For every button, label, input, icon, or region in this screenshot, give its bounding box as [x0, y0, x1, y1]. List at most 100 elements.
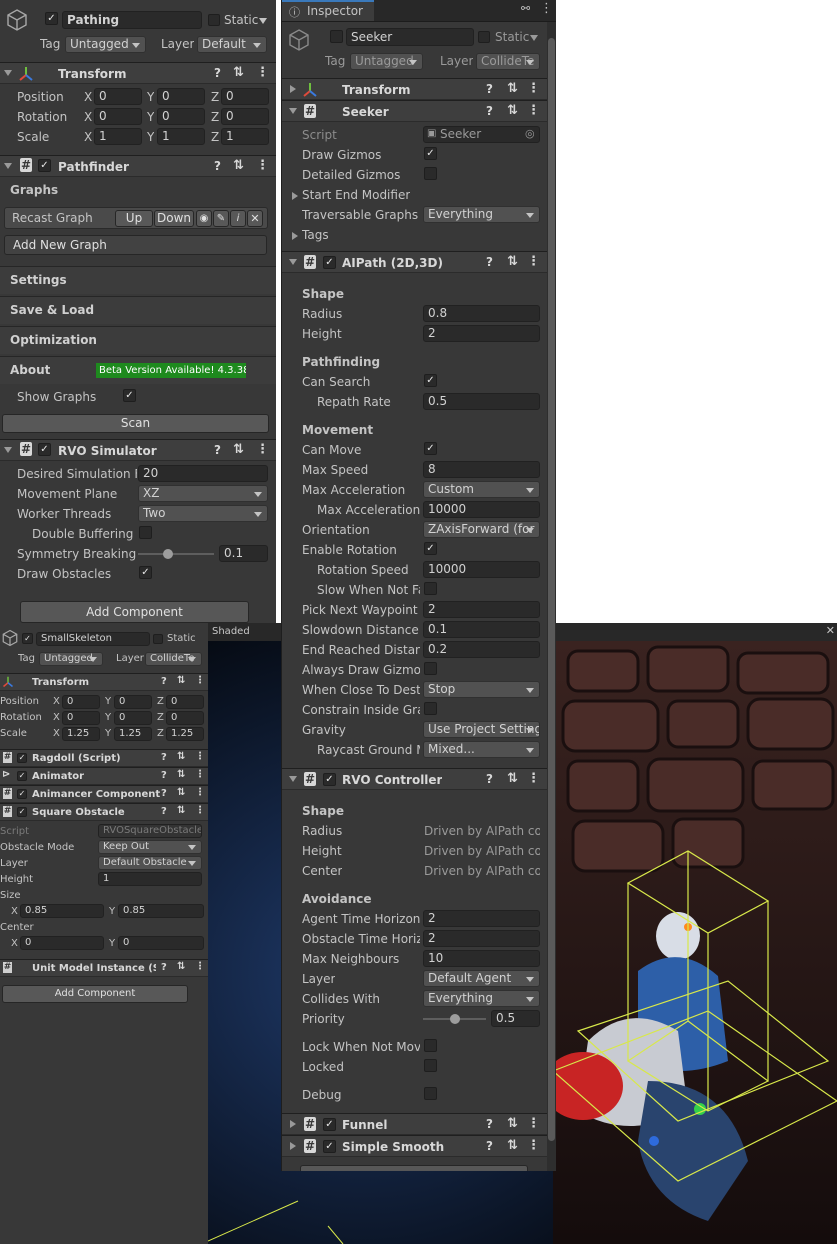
position-x-field[interactable]: 0 — [94, 88, 142, 105]
desired-fps-field[interactable]: 20 — [138, 465, 268, 482]
aipath-enabled-checkbox[interactable] — [323, 256, 336, 269]
save-load-section[interactable]: Save & Load — [0, 296, 276, 324]
preset-icon[interactable]: ⇅ — [177, 787, 185, 798]
object-picker-icon[interactable]: ◎ — [525, 127, 535, 140]
obstacle-layer-dropdown[interactable]: Default Obstacle — [98, 856, 202, 870]
context-menu-icon[interactable]: ⋮ — [195, 787, 205, 798]
foldout-arrow-icon[interactable] — [289, 108, 297, 114]
inspector-tab[interactable]: ⓘ Inspector — [282, 0, 374, 21]
add-component-button[interactable]: Add Component — [20, 601, 249, 623]
rvo-simulator-enabled-checkbox[interactable] — [38, 443, 51, 456]
rvo-controller-enabled-checkbox[interactable] — [323, 773, 336, 786]
end-reached-distance-field[interactable]: 0.2 — [423, 641, 540, 658]
foldout-arrow-icon[interactable] — [290, 1142, 296, 1150]
priority-value-field[interactable]: 0.5 — [491, 1010, 540, 1027]
collides-with-dropdown[interactable]: Everything — [423, 990, 540, 1007]
scale-x-field[interactable]: 1.25 — [62, 727, 100, 741]
pencil-icon[interactable]: ✎ — [213, 210, 229, 227]
add-component-button[interactable]: Add Component — [2, 985, 188, 1003]
position-y-field[interactable]: 0 — [114, 695, 152, 709]
max-acceleration-mode-dropdown[interactable]: Custom — [423, 481, 540, 498]
size-y-field[interactable]: 0.85 — [118, 904, 204, 918]
lock-when-not-moving-checkbox[interactable] — [424, 1039, 437, 1052]
rotation-y-field[interactable]: 0 — [114, 711, 152, 725]
help-icon[interactable]: ? — [486, 1139, 493, 1153]
worker-threads-dropdown[interactable]: Two — [138, 505, 268, 522]
preset-icon[interactable]: ⇅ — [177, 805, 185, 816]
delete-icon[interactable]: ✕ — [247, 210, 263, 227]
radius-field[interactable]: 0.8 — [423, 305, 540, 322]
rvo-controller-header[interactable]: # RVO Controller ? ⇅ ⋮ — [282, 768, 556, 790]
context-menu-icon[interactable]: ⋮ — [527, 103, 540, 118]
preset-icon[interactable]: ⇅ — [507, 254, 518, 269]
animancer-header[interactable]: # Animancer Component ? ⇅ ⋮ — [0, 785, 208, 803]
slowdown-distance-field[interactable]: 0.1 — [423, 621, 540, 638]
max-acceleration-field[interactable]: 10000 — [423, 501, 540, 518]
scale-y-field[interactable]: 1 — [157, 128, 205, 145]
rotation-x-field[interactable]: 0 — [62, 711, 100, 725]
context-menu-icon[interactable]: ⋮ — [256, 442, 269, 457]
position-z-field[interactable]: 0 — [221, 88, 269, 105]
context-menu-icon[interactable]: ⋮ — [195, 805, 205, 816]
pathfinder-enabled-checkbox[interactable] — [38, 159, 51, 172]
context-menu-icon[interactable]: ⋮ — [540, 1, 553, 16]
preset-icon[interactable]: ⇅ — [507, 103, 518, 118]
preset-icon[interactable]: ⇅ — [177, 675, 185, 686]
size-x-field[interactable]: 0.85 — [20, 904, 104, 918]
add-component-button-partial[interactable] — [300, 1165, 528, 1171]
help-icon[interactable]: ? — [486, 255, 493, 269]
context-menu-icon[interactable]: ⋮ — [195, 961, 205, 972]
help-icon[interactable]: ? — [161, 962, 167, 973]
graph-down-button[interactable]: Down — [154, 210, 194, 227]
funnel-enabled-checkbox[interactable] — [323, 1118, 336, 1131]
movement-plane-dropdown[interactable]: XZ — [138, 485, 268, 502]
tags-label[interactable]: Tags — [302, 228, 329, 242]
scrollbar-thumb[interactable] — [548, 38, 555, 1141]
gravity-dropdown[interactable]: Use Project Settings — [423, 721, 540, 738]
preset-icon[interactable]: ⇅ — [507, 1138, 518, 1153]
center-y-field[interactable]: 0 — [118, 936, 204, 950]
debug-checkbox[interactable] — [424, 1087, 437, 1100]
preset-icon[interactable]: ⇅ — [233, 65, 244, 80]
eye-icon[interactable]: ◉ — [196, 210, 212, 227]
object-name-field[interactable]: Seeker — [346, 28, 474, 46]
context-menu-icon[interactable]: ⋮ — [527, 254, 540, 269]
help-icon[interactable]: ? — [486, 104, 493, 118]
preset-icon[interactable]: ⇅ — [177, 961, 185, 972]
foldout-arrow-icon[interactable] — [289, 776, 297, 782]
square-obstacle-enabled-checkbox[interactable] — [17, 807, 27, 817]
help-icon[interactable]: ? — [161, 752, 167, 763]
add-new-graph-button[interactable]: Add New Graph — [4, 235, 267, 255]
slider-track[interactable] — [138, 553, 214, 555]
foldout-arrow-icon[interactable] — [4, 447, 12, 453]
preset-icon[interactable]: ⇅ — [233, 158, 244, 173]
static-checkbox[interactable] — [153, 634, 163, 644]
info-icon[interactable]: i — [230, 210, 246, 227]
static-label[interactable]: Static — [495, 30, 529, 44]
seeker-header[interactable]: # Seeker ? ⇅ ⋮ — [282, 100, 556, 122]
animancer-enabled-checkbox[interactable] — [17, 789, 27, 799]
ragdoll-header[interactable]: # Ragdoll (Script) ? ⇅ ⋮ — [0, 749, 208, 767]
tags-foldout-icon[interactable] — [292, 232, 298, 240]
object-name-field[interactable]: SmallSkeleton — [36, 632, 150, 646]
position-z-field[interactable]: 0 — [166, 695, 204, 709]
static-label[interactable]: Static — [224, 13, 258, 27]
help-icon[interactable]: ? — [486, 82, 493, 96]
help-icon[interactable]: ? — [161, 806, 167, 817]
settings-section[interactable]: Settings — [0, 266, 276, 294]
help-icon[interactable]: ? — [214, 66, 221, 80]
draw-obstacles-checkbox[interactable] — [139, 566, 152, 579]
recast-graph-label[interactable]: Recast Graph — [12, 211, 93, 225]
tag-dropdown[interactable]: Untagged — [65, 36, 146, 53]
context-menu-icon[interactable]: ⋮ — [195, 769, 205, 780]
animator-header[interactable]: ⊳ Animator ? ⇅ ⋮ — [0, 767, 208, 785]
static-dropdown-icon[interactable] — [259, 18, 267, 24]
help-icon[interactable]: ? — [161, 676, 167, 687]
rotation-x-field[interactable]: 0 — [94, 108, 142, 125]
symmetry-slider[interactable] — [138, 547, 214, 561]
height-field[interactable]: 2 — [423, 325, 540, 342]
foldout-arrow-icon[interactable] — [290, 1120, 296, 1128]
context-menu-icon[interactable]: ⋮ — [527, 1138, 540, 1153]
beta-version-badge[interactable]: Beta Version Available! 4.3.38 — [96, 363, 246, 378]
can-move-checkbox[interactable] — [424, 442, 437, 455]
